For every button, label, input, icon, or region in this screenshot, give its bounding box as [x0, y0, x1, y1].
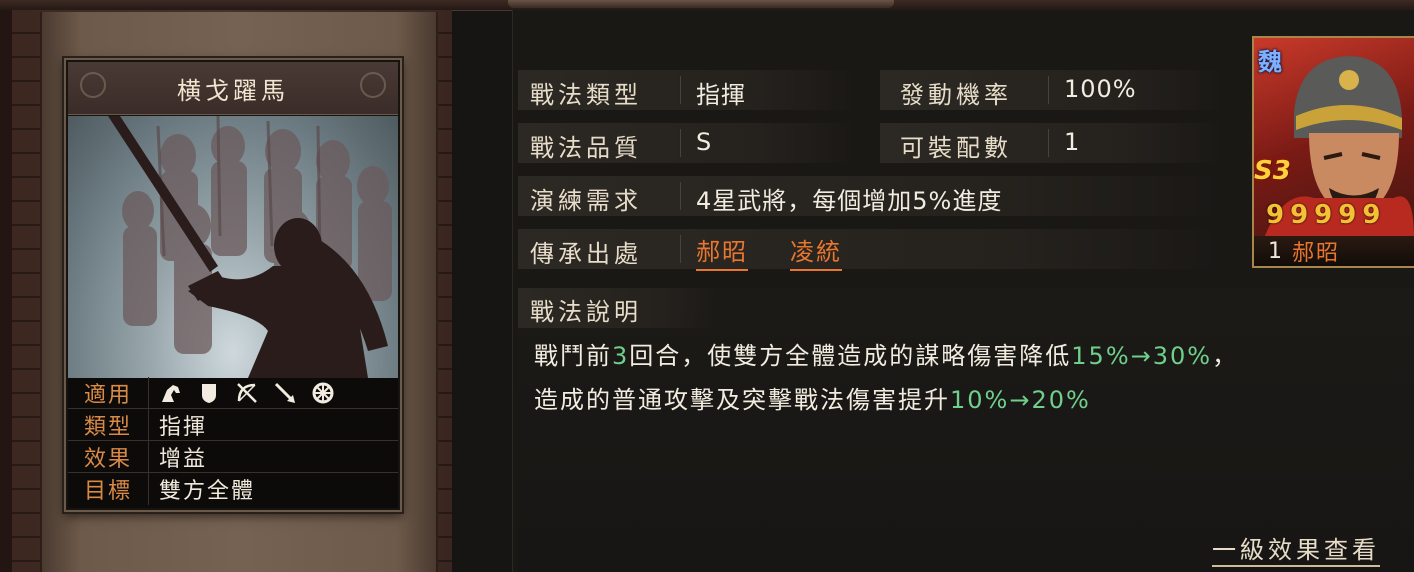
- training-requirement-label: 演練需求: [530, 187, 642, 215]
- trigger-rate-value: 100%: [1064, 75, 1137, 103]
- property-key: 效果: [68, 441, 149, 473]
- property-value: 指揮: [159, 415, 208, 440]
- description-title: 戰法說明: [530, 298, 642, 326]
- ornament-icon: [360, 72, 386, 98]
- trigger-rate-label: 發動機率: [900, 81, 1012, 109]
- description-text: 造成的普通攻擊及突擊戰法傷害提升: [534, 386, 950, 414]
- wood-edge: [0, 10, 12, 572]
- property-value: 增益: [159, 447, 208, 472]
- property-row-type: 類型 指揮: [68, 409, 398, 441]
- description-text: 回合，使雙方全體造成的謀略傷害降低: [629, 342, 1072, 370]
- level-effect-view-link[interactable]: 一級效果查看: [1212, 530, 1380, 567]
- description-text: 戰鬥前: [534, 342, 612, 370]
- top-ornament: [508, 0, 894, 8]
- property-row-troops: 適用: [68, 377, 398, 409]
- inherit-source-link[interactable]: 郝昭: [696, 232, 748, 271]
- training-requirement-value: 4星武將，每個增加5%進度: [696, 187, 1003, 215]
- skill-card-title: 横戈躍馬: [68, 62, 398, 115]
- divider: [680, 235, 681, 263]
- skill-quality-value: S: [696, 128, 713, 156]
- description-text: ，: [1212, 342, 1239, 370]
- divider: [1048, 76, 1049, 104]
- spear-icon: [274, 382, 295, 403]
- description-line-2: 造成的普通攻擊及突擊戰法傷害提升10%→20%: [534, 380, 1091, 415]
- divider: [1048, 129, 1049, 157]
- description-line-1: 戰鬥前3回合，使雙方全體造成的謀略傷害降低15%→30%，: [534, 336, 1238, 371]
- siege-icon: [312, 382, 334, 404]
- equip-count-value: 1: [1064, 128, 1081, 156]
- inherit-source-label: 傳承出處: [530, 240, 642, 268]
- troop-type-icons: [149, 381, 335, 405]
- skill-art: [68, 116, 398, 378]
- description-highlight: 15%→30%: [1071, 342, 1213, 370]
- property-value: 雙方全體: [159, 479, 256, 504]
- inherit-source-link[interactable]: 凌統: [790, 232, 842, 271]
- property-key: 適用: [68, 377, 149, 409]
- skill-name: 横戈躍馬: [177, 76, 289, 105]
- equip-count-label: 可裝配數: [900, 134, 1012, 162]
- warrior-silhouette-illustration: [108, 116, 392, 378]
- skill-quality-label: 戰法品質: [530, 134, 642, 162]
- general-info-bar: 1 郝昭: [1254, 236, 1414, 266]
- divider: [680, 129, 681, 157]
- general-level: 1: [1268, 238, 1282, 264]
- advancement-grade: S3: [1254, 156, 1291, 186]
- ornament-icon: [80, 72, 106, 98]
- property-row-target: 目標 雙方全體: [68, 473, 398, 505]
- star-rating: 99999: [1266, 200, 1387, 230]
- shield-icon: [202, 384, 216, 403]
- general-name: 郝昭: [1292, 241, 1341, 266]
- skill-type-value: 指揮: [696, 81, 746, 109]
- property-key: 類型: [68, 409, 149, 441]
- property-row-effect: 效果 增益: [68, 441, 398, 473]
- skill-card: 横戈躍馬 適用 類型 指揮 效果 增益 目標 雙方全體: [64, 58, 402, 512]
- description-highlight: 10%→20%: [950, 386, 1091, 414]
- divider: [680, 76, 681, 104]
- archer-icon: [237, 383, 257, 403]
- description-highlight: 3: [612, 342, 630, 370]
- skill-type-label: 戰法類型: [530, 81, 642, 109]
- property-key: 目標: [68, 473, 149, 505]
- cavalry-icon: [162, 385, 180, 402]
- kingdom-badge: 魏: [1258, 48, 1282, 76]
- skill-properties: 適用 類型 指揮 效果 增益 目標 雙方全體: [68, 377, 398, 508]
- general-portrait-card[interactable]: 魏 S3 99999 1 郝昭: [1252, 36, 1414, 268]
- divider: [680, 182, 681, 210]
